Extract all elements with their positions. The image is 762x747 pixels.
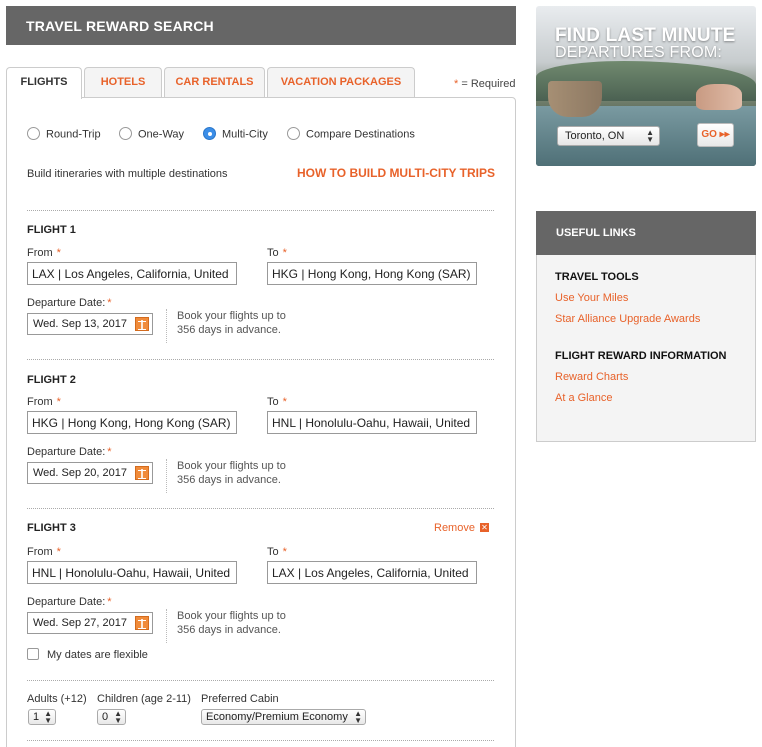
useful-links-title: USEFUL LINKS — [556, 227, 636, 239]
multi-city-intro: Build itineraries with multiple destinat… — [27, 168, 228, 180]
from-label: From * — [27, 546, 61, 558]
radio-one-way[interactable]: One-Way — [119, 127, 185, 141]
flight-3-from-input[interactable]: HNL | Honolulu-Oahu, Hawaii, United — [27, 561, 237, 584]
useful-links-header: USEFUL LINKS — [536, 211, 756, 255]
go-button[interactable]: GO ▸▸ — [697, 123, 734, 147]
flight-3-title: FLIGHT 3 — [27, 522, 76, 534]
how-to-multi-city-link[interactable]: HOW TO BUILD MULTI-CITY TRIPS — [297, 166, 495, 180]
stepper-arrows-icon: ▲ ▼ — [114, 709, 122, 725]
remove-label: Remove — [434, 522, 475, 534]
departure-city-select[interactable]: Toronto, ON ▲ ▼ — [557, 126, 660, 146]
required-note: * = Required — [454, 78, 515, 90]
travel-tools-heading: TRAVEL TOOLS — [555, 271, 639, 283]
checkbox-icon[interactable] — [27, 648, 39, 661]
separator — [166, 309, 167, 343]
separator — [166, 459, 167, 493]
required-star: * — [454, 78, 459, 90]
radio-icon — [119, 127, 132, 140]
city-value: Toronto, ON — [565, 130, 625, 142]
advance-booking-note: Book your flights up to 356 days in advan… — [177, 310, 286, 336]
divider — [27, 210, 494, 211]
promo-urn — [548, 81, 602, 117]
advance-booking-note: Book your flights up to 356 days in advan… — [177, 610, 286, 636]
radio-label: Compare Destinations — [306, 128, 415, 141]
cabin-select[interactable]: Economy/Premium Economy ▲ ▼ — [201, 709, 366, 725]
flexible-dates-checkbox[interactable]: My dates are flexible — [27, 648, 148, 661]
flight-1-to-input[interactable]: HKG | Hong Kong, Hong Kong (SAR) — [267, 262, 477, 285]
calendar-icon[interactable] — [135, 616, 149, 630]
flight-reward-info-heading: FLIGHT REWARD INFORMATION — [555, 350, 727, 362]
cabin-value: Economy/Premium Economy — [206, 711, 348, 723]
link-at-a-glance[interactable]: At a Glance — [555, 392, 612, 404]
children-label: Children (age 2-11) — [97, 693, 191, 705]
link-use-your-miles[interactable]: Use Your Miles — [555, 292, 628, 304]
advance-booking-note: Book your flights up to 356 days in advan… — [177, 460, 286, 486]
link-star-alliance-upgrade[interactable]: Star Alliance Upgrade Awards — [555, 313, 700, 325]
flight-2-to-input[interactable]: HNL | Honolulu-Oahu, Hawaii, United — [267, 411, 477, 434]
from-label: From * — [27, 247, 61, 259]
radio-round-trip[interactable]: Round-Trip — [27, 127, 101, 141]
to-label: To * — [267, 546, 287, 558]
useful-links-body — [536, 255, 756, 442]
radio-multi-city[interactable]: Multi-City — [203, 127, 268, 141]
departure-date-label: Departure Date: * — [27, 297, 112, 309]
stepper-arrows-icon: ▲ ▼ — [646, 128, 654, 144]
divider — [27, 740, 494, 741]
last-minute-promo: FIND LAST MINUTE DEPARTURES FROM: Toront… — [536, 6, 756, 166]
flight-3-to-input[interactable]: LAX | Los Angeles, California, United — [267, 561, 477, 584]
radio-icon — [27, 127, 40, 140]
tab-hotels[interactable]: HOTELS — [84, 67, 162, 98]
tab-flights[interactable]: FLIGHTS — [6, 67, 82, 99]
search-header: TRAVEL REWARD SEARCH — [6, 6, 516, 45]
radio-selected-icon — [203, 127, 216, 140]
flexible-dates-label: My dates are flexible — [47, 649, 148, 661]
departure-date-label: Departure Date: * — [27, 596, 112, 608]
remove-flight-3-button[interactable]: Remove ✕ — [434, 522, 489, 534]
to-label: To * — [267, 396, 287, 408]
departure-date-label: Departure Date: * — [27, 446, 112, 458]
to-label: To * — [267, 247, 287, 259]
stepper-arrows-icon: ▲ ▼ — [354, 709, 362, 725]
promo-people — [696, 84, 742, 110]
date-value: Wed. Sep 13, 2017 — [33, 318, 127, 330]
divider — [27, 359, 494, 360]
flight-1-title: FLIGHT 1 — [27, 224, 76, 236]
divider — [27, 508, 494, 509]
date-value: Wed. Sep 27, 2017 — [33, 617, 127, 629]
children-value: 0 — [102, 711, 109, 723]
divider — [27, 680, 494, 681]
tab-vacation-packages[interactable]: VACATION PACKAGES — [267, 67, 415, 98]
adults-value: 1 — [33, 711, 40, 723]
close-icon: ✕ — [479, 522, 489, 532]
adults-select[interactable]: 1 ▲ ▼ — [28, 709, 56, 725]
flight-2-from-input[interactable]: HKG | Hong Kong, Hong Kong (SAR) — [27, 411, 237, 434]
calendar-icon[interactable] — [135, 466, 149, 480]
radio-compare-destinations[interactable]: Compare Destinations — [287, 127, 415, 141]
separator — [166, 609, 167, 643]
from-label: From * — [27, 396, 61, 408]
tab-car-rentals[interactable]: CAR RENTALS — [164, 67, 265, 98]
cabin-label: Preferred Cabin — [201, 693, 279, 705]
booking-tabs: FLIGHTS HOTELS CAR RENTALS VACATION PACK… — [6, 67, 516, 99]
flight-3-date-input[interactable]: Wed. Sep 27, 2017 — [27, 612, 153, 634]
flight-1-date-input[interactable]: Wed. Sep 13, 2017 — [27, 313, 153, 335]
date-value: Wed. Sep 20, 2017 — [33, 467, 127, 479]
calendar-icon[interactable] — [135, 317, 149, 331]
radio-icon — [287, 127, 300, 140]
link-reward-charts[interactable]: Reward Charts — [555, 371, 628, 383]
adults-label: Adults (+12) — [27, 693, 87, 705]
flight-2-date-input[interactable]: Wed. Sep 20, 2017 — [27, 462, 153, 484]
promo-subheadline: DEPARTURES FROM: — [555, 44, 723, 61]
flight-1-from-input[interactable]: LAX | Los Angeles, California, United — [27, 262, 237, 285]
required-text: = Required — [461, 78, 516, 90]
stepper-arrows-icon: ▲ ▼ — [44, 709, 52, 725]
radio-label: Round-Trip — [46, 128, 101, 141]
page-title: TRAVEL REWARD SEARCH — [26, 18, 214, 34]
flight-2-title: FLIGHT 2 — [27, 374, 76, 386]
children-select[interactable]: 0 ▲ ▼ — [97, 709, 126, 725]
radio-label: Multi-City — [222, 128, 268, 141]
radio-label: One-Way — [138, 128, 185, 141]
